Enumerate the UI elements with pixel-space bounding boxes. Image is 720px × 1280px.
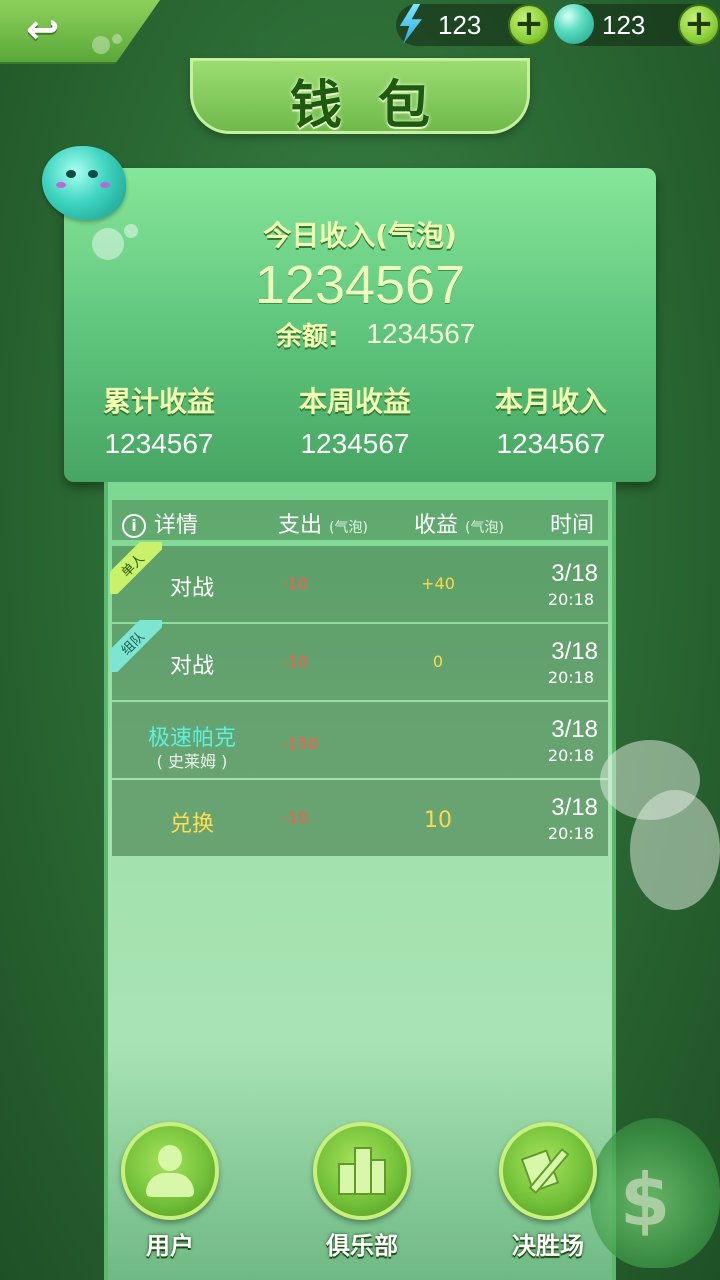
stat-value: 1234567 bbox=[496, 428, 606, 459]
bubble-decoration bbox=[112, 34, 122, 44]
bubble-icon bbox=[554, 4, 594, 44]
row-expense: -150 bbox=[282, 734, 319, 753]
header-expense: 支出 (气泡) bbox=[278, 507, 368, 539]
nav-club-circle[interactable] bbox=[313, 1122, 411, 1220]
bubble-value: 123 bbox=[602, 10, 646, 40]
row-time: 20:18 bbox=[547, 824, 594, 843]
row-time: 20:18 bbox=[547, 746, 594, 765]
header-expense-unit: (气泡) bbox=[329, 520, 368, 536]
stat-value: 1234567 bbox=[104, 428, 214, 459]
header-income: 收益 (气泡) bbox=[414, 507, 504, 539]
energy-value: 123 bbox=[438, 10, 482, 40]
mascot-eye bbox=[66, 170, 76, 178]
nav-user-circle[interactable] bbox=[121, 1122, 219, 1220]
row-detail: 兑换 bbox=[169, 812, 214, 837]
nav-user-button[interactable]: 用户 bbox=[120, 1122, 220, 1261]
income-summary-card: 今日收入(气泡) 1234567 余额: 1234567 累计收益 123456… bbox=[64, 168, 656, 482]
lightning-icon bbox=[399, 4, 422, 44]
battle-icon bbox=[520, 1143, 576, 1199]
club-icon bbox=[334, 1143, 390, 1199]
nav-label: 决胜场 bbox=[512, 1232, 584, 1260]
row-date: 3/18 bbox=[551, 716, 598, 743]
table-row[interactable]: 极速帕克 ( 史莱姆 ) -150 3/18 20:18 bbox=[112, 702, 608, 778]
money-bag-icon: $ bbox=[590, 1118, 720, 1268]
row-time: 20:18 bbox=[547, 590, 594, 609]
row-income: 10 bbox=[424, 808, 452, 833]
mascot-eye bbox=[88, 170, 98, 178]
stat-label: 本周收益 bbox=[298, 385, 411, 418]
header-income-label: 收益 bbox=[414, 513, 459, 538]
nav-label: 俱乐部 bbox=[326, 1232, 398, 1260]
header-expense-label: 支出 bbox=[278, 513, 323, 538]
today-income-label: 今日收入(气泡) bbox=[263, 219, 457, 252]
back-button[interactable]: ↩ bbox=[0, 0, 160, 64]
row-time: 20:18 bbox=[547, 668, 594, 687]
stat-monthly-income: 本月收入 1234567 bbox=[456, 380, 646, 460]
mascot-cheek bbox=[56, 182, 66, 188]
balance-value: 1234567 bbox=[366, 318, 476, 349]
row-detail-sub: ( 史莱姆 ) bbox=[156, 752, 228, 771]
nav-club-button[interactable]: 俱乐部 bbox=[312, 1122, 412, 1261]
bubble-decoration bbox=[92, 36, 110, 54]
row-income: 0 bbox=[432, 652, 444, 671]
table-row[interactable]: 单人 对战 -10 +40 3/18 20:18 bbox=[110, 542, 608, 622]
balance-row: 余额: 1234567 bbox=[276, 316, 475, 352]
row-date: 3/18 bbox=[551, 794, 598, 821]
header-time: 时间 bbox=[550, 513, 595, 538]
row-expense: -10 bbox=[282, 808, 309, 827]
stat-label: 本月收入 bbox=[494, 385, 607, 418]
stat-total-earnings: 累计收益 1234567 bbox=[64, 380, 254, 460]
add-energy-button[interactable]: + bbox=[508, 4, 550, 46]
row-date: 3/18 bbox=[551, 638, 598, 665]
header-detail[interactable]: i 详情 bbox=[122, 507, 198, 539]
title-banner: 钱包 bbox=[190, 58, 530, 136]
table-row[interactable]: 组队 对战 -10 0 3/18 20:18 bbox=[110, 620, 608, 700]
back-arrow-icon: ↩ bbox=[26, 7, 60, 53]
cloud-decoration bbox=[630, 790, 720, 910]
row-detail: 对战 bbox=[169, 576, 214, 601]
user-icon bbox=[142, 1143, 198, 1199]
row-detail: 对战 bbox=[169, 654, 214, 679]
balance-label: 余额: bbox=[276, 321, 339, 352]
info-icon[interactable]: i bbox=[122, 514, 146, 538]
bubble-counter: 123 + bbox=[554, 4, 720, 46]
table-row[interactable]: 兑换 -10 10 3/18 20:18 bbox=[112, 780, 608, 856]
row-expense: -10 bbox=[282, 574, 309, 593]
add-bubbles-button[interactable]: + bbox=[678, 4, 720, 46]
header-detail-label: 详情 bbox=[154, 513, 199, 538]
nav-label: 用户 bbox=[146, 1232, 194, 1260]
page-title: 钱包 bbox=[289, 76, 466, 136]
today-income-value: 1234567 bbox=[254, 255, 466, 315]
header-income-unit: (气泡) bbox=[465, 520, 504, 536]
stat-label: 累计收益 bbox=[102, 385, 215, 418]
stat-value: 1234567 bbox=[300, 428, 410, 459]
energy-counter: 123 + bbox=[396, 4, 550, 46]
nav-battle-circle[interactable] bbox=[499, 1122, 597, 1220]
row-date: 3/18 bbox=[551, 560, 598, 587]
nav-battle-button[interactable]: 决胜场 bbox=[498, 1122, 598, 1261]
table-header: i 详情 支出 (气泡) 收益 (气泡) 时间 bbox=[112, 500, 608, 540]
row-income: +40 bbox=[421, 574, 455, 593]
row-expense: -10 bbox=[282, 652, 309, 671]
mascot-cheek bbox=[100, 182, 110, 188]
stat-weekly-earnings: 本周收益 1234567 bbox=[260, 380, 450, 460]
slime-mascot bbox=[42, 146, 126, 220]
